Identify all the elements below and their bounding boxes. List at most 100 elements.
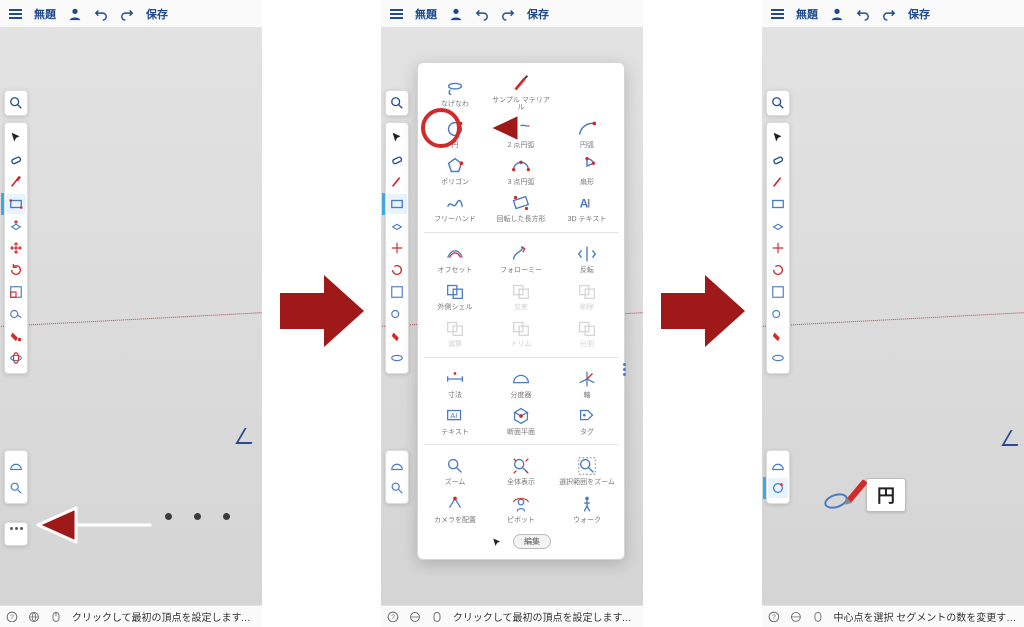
palette-axes[interactable]: 軸 <box>556 364 618 401</box>
zoom-tool[interactable] <box>387 478 407 498</box>
globe-icon[interactable] <box>28 610 40 623</box>
scale-tool[interactable] <box>768 282 788 302</box>
line-tool[interactable] <box>6 172 26 192</box>
palette-tag[interactable]: タグ <box>556 401 618 438</box>
zoom-tool[interactable] <box>6 478 26 498</box>
move-tool[interactable] <box>6 238 26 258</box>
palette-text[interactable]: AIテキスト <box>424 401 486 438</box>
lasso-icon <box>443 76 467 100</box>
help-icon[interactable]: ? <box>387 610 399 623</box>
search-button[interactable] <box>385 90 409 116</box>
select-tool[interactable] <box>768 128 788 148</box>
paint-tool[interactable] <box>768 326 788 346</box>
3d-text-icon: AI <box>575 191 599 215</box>
pushpull-tool[interactable] <box>6 216 26 236</box>
tape-tool[interactable] <box>387 304 407 324</box>
palette-item-label: 削除 <box>580 304 594 311</box>
palette-followme[interactable]: フォローミー <box>490 239 552 276</box>
help-icon[interactable]: ? <box>6 610 18 623</box>
palette-offset[interactable]: オフセット <box>424 239 486 276</box>
protractor-tool[interactable] <box>387 456 407 476</box>
rectangle-tool[interactable] <box>768 194 788 214</box>
palette-item-label: オフセット <box>438 267 473 274</box>
orbit-tool[interactable] <box>768 348 788 368</box>
palette-three-point-arc[interactable]: 3 点円弧 <box>490 151 552 188</box>
select-tool[interactable] <box>6 128 26 148</box>
circle-tool[interactable] <box>768 478 788 498</box>
menu-icon[interactable] <box>8 7 22 21</box>
protractor-tool[interactable] <box>768 456 788 476</box>
palette-zoom-selection[interactable]: 選択範囲をズーム <box>556 451 618 488</box>
user-icon[interactable] <box>449 7 463 21</box>
save-button[interactable]: 保存 <box>527 6 549 22</box>
search-button[interactable] <box>766 90 790 116</box>
menu-icon[interactable] <box>770 7 784 21</box>
rotate-tool[interactable] <box>768 260 788 280</box>
save-button[interactable]: 保存 <box>908 6 930 22</box>
eraser-tool[interactable] <box>6 150 26 170</box>
redo-icon[interactable] <box>882 7 896 21</box>
redo-icon[interactable] <box>501 7 515 21</box>
redo-icon[interactable] <box>120 7 134 21</box>
move-tool[interactable] <box>387 238 407 258</box>
palette-rotated-rect[interactable]: 回転した長方形 <box>490 188 552 225</box>
user-icon[interactable] <box>830 7 844 21</box>
palette-freehand[interactable]: フリーハンド <box>424 188 486 225</box>
orbit-tool[interactable] <box>6 348 26 368</box>
scale-tool[interactable] <box>387 282 407 302</box>
rotate-tool[interactable] <box>387 260 407 280</box>
palette-lasso[interactable]: なげなわ <box>424 69 486 114</box>
line-tool[interactable] <box>768 172 788 192</box>
tape-tool[interactable] <box>6 304 26 324</box>
palette-item-label: 反転 <box>580 267 594 274</box>
eraser-tool[interactable] <box>768 150 788 170</box>
palette-protractor2[interactable]: 分度器 <box>490 364 552 401</box>
svg-text:I: I <box>587 197 590 211</box>
help-icon[interactable]: ? <box>768 610 780 623</box>
undo-icon[interactable] <box>475 7 489 21</box>
select-tool[interactable] <box>387 128 407 148</box>
palette-item-label: ウォーク <box>573 517 601 524</box>
scale-tool[interactable] <box>6 282 26 302</box>
orbit-tool[interactable] <box>387 348 407 368</box>
rectangle-tool[interactable] <box>6 194 26 214</box>
paint-tool[interactable] <box>387 326 407 346</box>
globe-icon[interactable] <box>790 610 802 623</box>
palette-item-label: 3D テキスト <box>568 216 607 223</box>
move-tool[interactable] <box>768 238 788 258</box>
undo-icon[interactable] <box>94 7 108 21</box>
palette-polygon[interactable]: ポリゴン <box>424 151 486 188</box>
paint-tool[interactable] <box>6 326 26 346</box>
palette-3d-text[interactable]: AI3D テキスト <box>556 188 618 225</box>
mouse-icon <box>431 610 443 623</box>
palette-dimension[interactable]: 寸法 <box>424 364 486 401</box>
palette-edit-button[interactable]: 編集 <box>513 534 551 549</box>
palette-union: 交差 <box>490 276 552 313</box>
palette-flip[interactable]: 反転 <box>556 239 618 276</box>
undo-icon[interactable] <box>856 7 870 21</box>
globe-icon[interactable] <box>409 610 421 623</box>
palette-pie[interactable]: 扇形 <box>556 151 618 188</box>
search-button[interactable] <box>4 90 28 116</box>
user-icon[interactable] <box>68 7 82 21</box>
eraser-tool[interactable] <box>387 150 407 170</box>
menu-icon[interactable] <box>389 7 403 21</box>
rotate-tool[interactable] <box>6 260 26 280</box>
pushpull-tool[interactable] <box>387 216 407 236</box>
canvas[interactable]: 円 <box>762 28 1024 605</box>
palette-section[interactable]: 断面平面 <box>490 401 552 438</box>
protractor-tool[interactable] <box>6 456 26 476</box>
palette-outer-shell[interactable]: 外側シェル <box>424 276 486 313</box>
line-tool[interactable] <box>387 172 407 192</box>
palette-zoom-extents[interactable]: 全体表示 <box>490 451 552 488</box>
palette-position-camera[interactable]: カメラを配置 <box>424 489 486 526</box>
palette-walk[interactable]: ウォーク <box>556 489 618 526</box>
pushpull-tool[interactable] <box>768 216 788 236</box>
tape-tool[interactable] <box>768 304 788 324</box>
toolbar-main <box>766 122 790 374</box>
palette-zoom2[interactable]: ズーム <box>424 451 486 488</box>
palette-look-around[interactable]: ピボット <box>490 489 552 526</box>
rectangle-tool[interactable] <box>387 194 407 214</box>
save-button[interactable]: 保存 <box>146 6 168 22</box>
toolbar-more-button[interactable] <box>4 522 28 546</box>
